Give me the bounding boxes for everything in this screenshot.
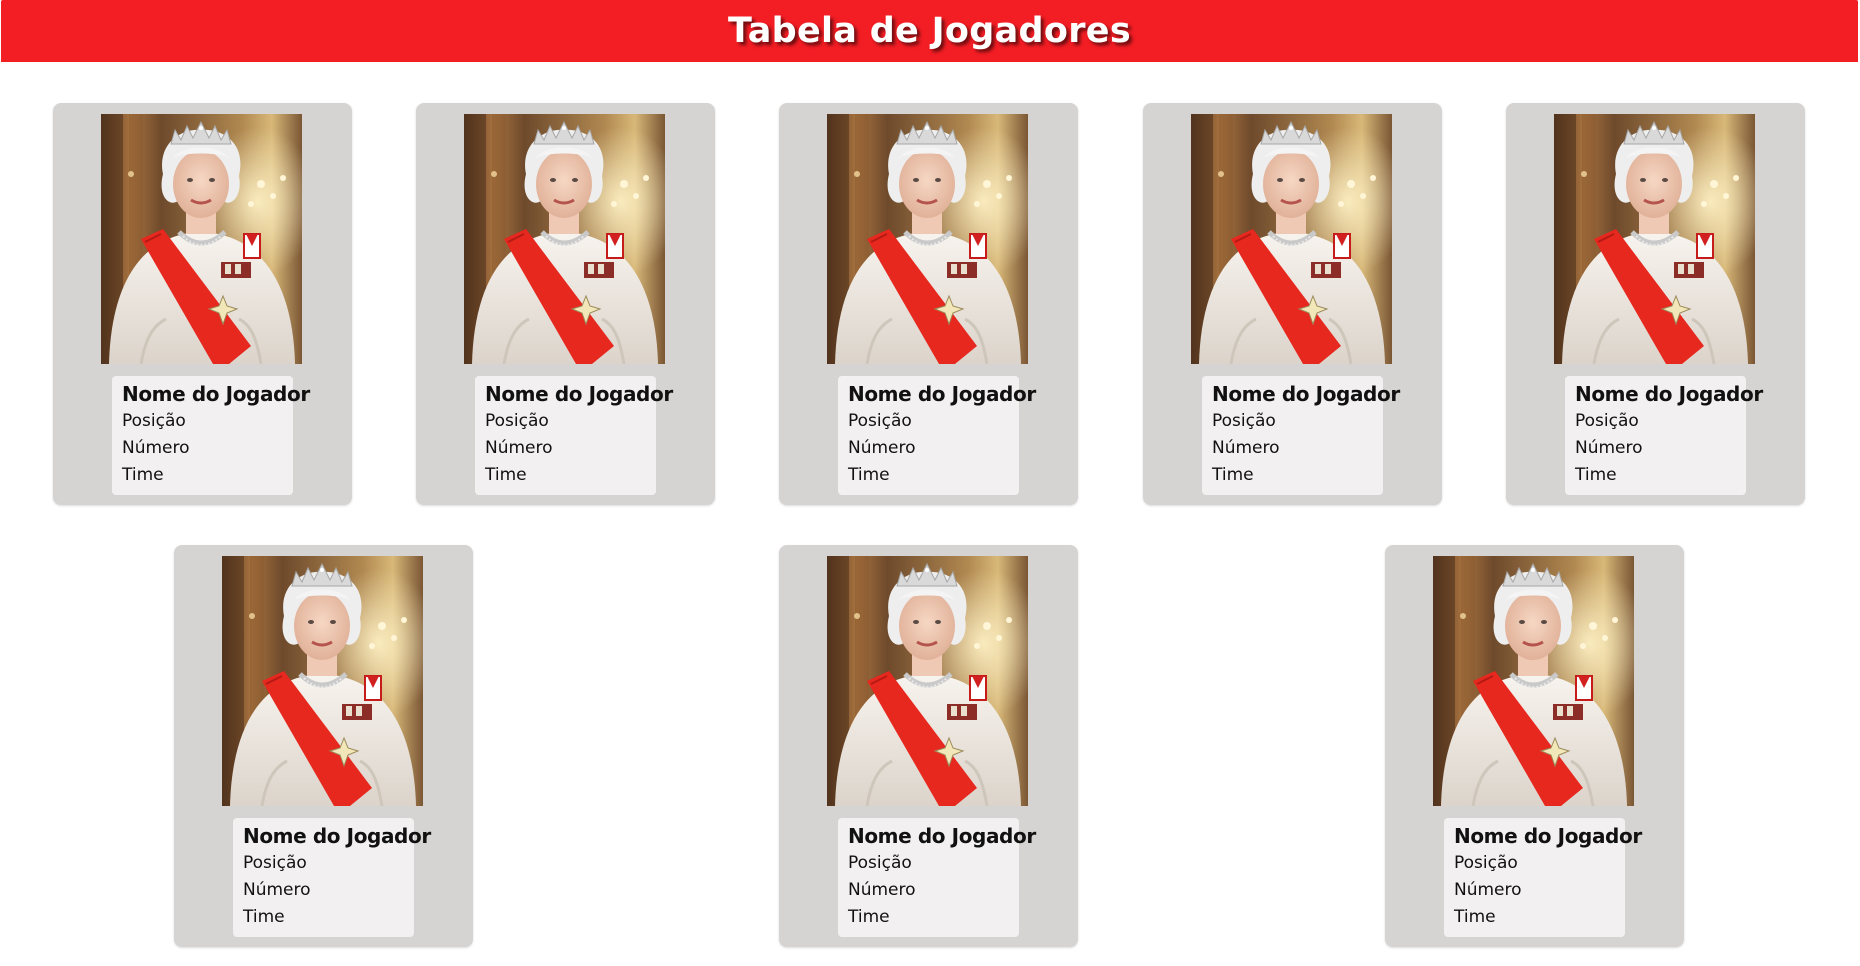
player-info: Nome do Jogador Posição Número Time [1444,818,1642,937]
player-name: Nome do Jogador [1454,824,1642,848]
player-photo [1554,114,1755,364]
player-card: Nome do Jogador Posição Número Time [1143,103,1442,505]
page-title: Tabela de Jogadores [728,11,1131,51]
player-position: Posição [1575,411,1639,431]
player-card: Nome do Jogador Posição Número Time [1385,545,1684,947]
player-name: Nome do Jogador [1212,382,1400,406]
player-team: Time [485,465,527,485]
player-info: Nome do Jogador Posição Número Time [1565,376,1763,495]
player-info: Nome do Jogador Posição Número Time [1202,376,1400,495]
player-photo [222,556,423,806]
player-photo [1433,556,1634,806]
player-info: Nome do Jogador Posição Número Time [112,376,310,495]
player-team: Time [1575,465,1617,485]
player-card: Nome do Jogador Posição Número Time [174,545,473,947]
player-photo [1191,114,1392,364]
page-header: Tabela de Jogadores [1,0,1858,62]
player-number: Número [1575,438,1643,458]
player-card: Nome do Jogador Posição Número Time [779,103,1078,505]
player-photo [101,114,302,364]
player-photo [827,114,1028,364]
player-number: Número [1454,880,1522,900]
player-card: Nome do Jogador Posição Número Time [779,545,1078,947]
player-position: Posição [485,411,549,431]
player-position: Posição [848,853,912,873]
player-card: Nome do Jogador Posição Número Time [1506,103,1805,505]
player-position: Posição [243,853,307,873]
player-photo [464,114,665,364]
player-number: Número [122,438,190,458]
player-photo [827,556,1028,806]
player-number: Número [848,880,916,900]
player-number: Número [848,438,916,458]
player-name: Nome do Jogador [848,382,1036,406]
player-card: Nome do Jogador Posição Número Time [416,103,715,505]
player-team: Time [848,465,890,485]
player-name: Nome do Jogador [243,824,431,848]
player-name: Nome do Jogador [1575,382,1763,406]
player-team: Time [848,907,890,927]
player-team: Time [1212,465,1254,485]
player-info: Nome do Jogador Posição Número Time [838,818,1036,937]
player-position: Posição [848,411,912,431]
player-team: Time [243,907,285,927]
player-name: Nome do Jogador [485,382,673,406]
player-team: Time [122,465,164,485]
player-name: Nome do Jogador [848,824,1036,848]
player-position: Posição [1454,853,1518,873]
player-team: Time [1454,907,1496,927]
player-info: Nome do Jogador Posição Número Time [838,376,1036,495]
player-card: Nome do Jogador Posição Número Time [53,103,352,505]
player-name: Nome do Jogador [122,382,310,406]
player-number: Número [243,880,311,900]
player-number: Número [485,438,553,458]
player-info: Nome do Jogador Posição Número Time [233,818,431,937]
player-info: Nome do Jogador Posição Número Time [475,376,673,495]
player-number: Número [1212,438,1280,458]
player-position: Posição [122,411,186,431]
player-position: Posição [1212,411,1276,431]
